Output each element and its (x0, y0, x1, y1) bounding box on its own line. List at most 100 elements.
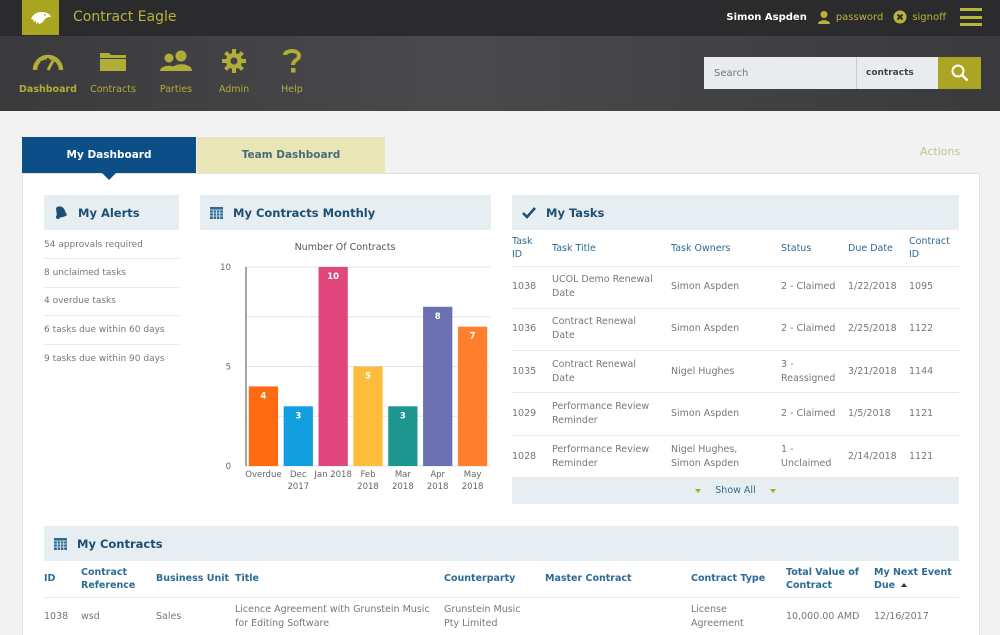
tasks-column-header[interactable]: Task ID (512, 231, 552, 267)
y-tick-label: 0 (226, 462, 231, 472)
close-circle-icon (893, 10, 907, 24)
signoff-link-label: signoff (912, 11, 946, 23)
contracts-column-header[interactable]: Contract Reference (81, 561, 156, 598)
next-event-due: 12/16/2017 (874, 611, 929, 623)
nav-item-parties[interactable]: Parties (147, 46, 205, 95)
contracts-column-header[interactable]: Business Unit (156, 561, 235, 598)
tab-team-dashboard[interactable]: Team Dashboard (197, 137, 385, 173)
task-owners: Simon Aspden (671, 392, 781, 436)
task-contract-id: 1144 (909, 350, 959, 394)
x-tick-label: Mar (395, 470, 412, 480)
signoff-link[interactable]: signoff (893, 10, 946, 24)
tasks-title: My Tasks (546, 205, 605, 220)
chart-title: Number Of Contracts (295, 242, 396, 253)
bar-value-label: 8 (435, 312, 441, 322)
x-tick-label: Feb (360, 470, 375, 480)
alerts-header: My Alerts (44, 195, 179, 230)
total-value: 10,000.00 AMD (786, 611, 860, 623)
bell-icon (56, 206, 67, 219)
app-logo[interactable] (22, 0, 59, 35)
sort-ascending-icon[interactable] (901, 583, 908, 588)
app-title: Contract Eagle (73, 9, 177, 25)
show-all-label: Show All (715, 485, 756, 496)
x-tick-label: Dec (290, 470, 307, 480)
x-tick-label: 2018 (357, 482, 379, 492)
user-icon (817, 11, 830, 24)
task-row[interactable]: 1038 UCOL Demo Renewal Date Simon Aspden 2 -… (512, 266, 959, 309)
show-all-button[interactable]: Show All (512, 477, 959, 504)
search-input[interactable] (704, 57, 857, 89)
alert-item[interactable]: 6 tasks due within 60 days (44, 316, 179, 345)
contracts-table: ID Contract Reference Business Unit Title Cou… (44, 561, 959, 635)
contracts-column-header[interactable]: Contract Type (691, 561, 786, 598)
task-row[interactable]: 1035 Contract Renewal Date Nigel Hughes 3 -R… (512, 350, 959, 394)
search-bar: contracts (704, 57, 981, 89)
bar-value-label: 3 (295, 411, 301, 421)
x-tick-label: Apr (430, 470, 445, 480)
x-tick-label: 2018 (427, 482, 449, 492)
bar-value-label: 4 (260, 391, 266, 401)
user-name: Simon Aspden (726, 11, 807, 23)
bar-value-label: 10 (327, 272, 339, 282)
contracts-header-row: ID Contract Reference Business Unit Title Cou… (44, 561, 959, 598)
nav-item-dashboard[interactable]: Dashboard (19, 46, 77, 95)
tasks-column-header[interactable]: Status (781, 231, 848, 267)
main-nav: Dashboard Contracts Parties Admin Help c… (0, 36, 1000, 111)
alerts-list: 54 approvals required 8 unclaimed tasks … (44, 231, 179, 373)
alert-item[interactable]: 8 unclaimed tasks (44, 259, 179, 288)
alert-item[interactable]: 4 overdue tasks (44, 288, 179, 317)
task-owners: Nigel Hughes, Simon Aspden (671, 443, 740, 469)
contracts-column-header[interactable]: My Next Event Due (874, 561, 959, 598)
task-contract-id: 1122 (909, 308, 959, 352)
tasks-column-header[interactable]: Task Title (552, 231, 671, 267)
top-bar: Contract Eagle Simon Aspden password sig… (0, 0, 1000, 36)
y-tick-label: 5 (226, 363, 231, 373)
task-row[interactable]: 1028 Performance Review Reminder Nigel Hugh… (512, 435, 959, 477)
contracts-bar-chart: Number Of Contracts 0 5 10 4 Overdue 3 Dec 2017 1… (220, 242, 490, 492)
tasks-header-row: Task ID Task Title Task Owners Status Due Dat… (512, 231, 959, 267)
task-id: 1036 (512, 308, 552, 352)
contract-row[interactable]: 1038 wsd Sales Licence Agreement with Gruns… (44, 597, 959, 635)
alert-item[interactable]: 9 tasks due within 90 days (44, 345, 179, 373)
alerts-title: My Alerts (78, 205, 140, 220)
task-due-date: 3/21/2018 (848, 350, 909, 394)
bar (423, 306, 453, 466)
search-icon (951, 64, 968, 82)
bar-value-label: 7 (470, 332, 476, 342)
contracts-column-header[interactable]: Master Contract (545, 561, 691, 598)
bar (457, 326, 488, 466)
bar (318, 267, 348, 466)
task-row[interactable]: 1029 Performance Review Reminder Simon Aspd… (512, 392, 959, 436)
contract-id: 1038 (44, 611, 69, 623)
tasks-column-header[interactable]: Task Owners (671, 231, 781, 267)
folder-icon (100, 53, 126, 71)
alert-item[interactable]: 54 approvals required (44, 231, 179, 260)
actions-link[interactable]: Actions (920, 145, 960, 158)
contracts-column-header[interactable]: Title (235, 561, 444, 598)
password-link[interactable]: password (817, 10, 883, 24)
task-row[interactable]: 1036 Contract Renewal Date Simon Aspden 2 - … (512, 308, 959, 352)
task-title: Performance Review Reminder (552, 443, 650, 469)
nav-item-help[interactable]: Help (263, 46, 321, 95)
bar-value-label: 5 (365, 372, 371, 382)
task-contract-id: 1121 (909, 450, 934, 462)
tab-my-dashboard[interactable]: My Dashboard (22, 137, 196, 180)
nav-item-contracts[interactable]: Contracts (79, 46, 147, 95)
contract-type: License Agreement (691, 604, 744, 630)
tasks-column-header[interactable]: Due Date (848, 231, 909, 267)
business-unit: Sales (156, 611, 182, 623)
contracts-column-header[interactable]: ID (44, 561, 81, 598)
eagle-icon (30, 11, 51, 24)
tasks-column-header[interactable]: Contract ID (909, 231, 959, 267)
x-tick-label: 2018 (462, 482, 484, 492)
task-owners: Simon Aspden (671, 266, 781, 309)
contracts-column-header[interactable]: Total Value of Contract (786, 561, 874, 598)
x-tick-label: Jan 2018 (313, 470, 351, 480)
search-scope-select[interactable]: contracts (857, 57, 938, 89)
task-title: Performance Review Reminder (552, 392, 671, 436)
contracts-column-header[interactable]: Counterparty (444, 561, 545, 598)
caret-down-icon (695, 488, 702, 493)
search-button[interactable] (938, 57, 981, 89)
menu-icon[interactable] (960, 8, 982, 26)
nav-item-admin[interactable]: Admin (205, 46, 263, 95)
